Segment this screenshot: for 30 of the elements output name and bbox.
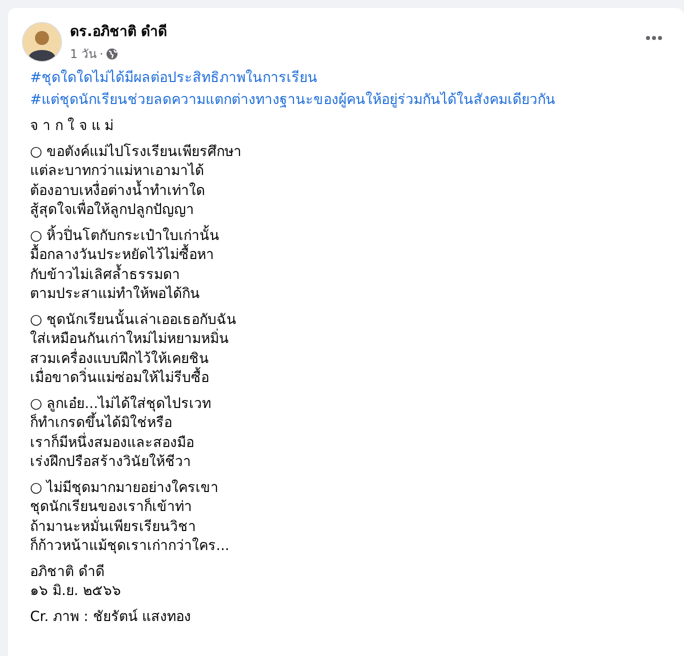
- poem-line: ๑๖ มิ.ย. ๒๕๖๖: [30, 582, 122, 601]
- poem-line: สู้สุดใจเพื่อให้ลูกปลูกปัญญา: [30, 201, 668, 220]
- poem-line: ก็ทำเกรดขึ้นได้มิใช่หรือ: [30, 414, 668, 434]
- poem-line: ตามประสาแม่ทำให้พอได้กิน: [30, 285, 201, 304]
- globe-icon: [106, 48, 118, 60]
- poem-line: เร่งฝึกปรือสร้างวินัยให้ชีวา: [30, 453, 192, 472]
- poem-title: จ า ก ใ จ แ ม่: [30, 117, 115, 136]
- hashtag-link[interactable]: #แต่ชุดนักเรียนช่วยลดความแตกต่างทางฐานะของผู้คนให้อยู่ร่วมกันได้ในสังคมเดียวกัน: [30, 89, 668, 111]
- author-name[interactable]: ดร.อภิชาติ ดำดี: [70, 20, 636, 42]
- poem-line: ○ ไม่มีชุดมากมายอย่างใครเขา: [30, 478, 220, 498]
- poem-line: เมื่อขาดวิ่นแม่ซ่อมให้ไม่รีบซื้อ: [30, 369, 668, 388]
- poem-line: ใส่เหมือนกันเก่าใหม่ไม่หยามหมิ่น: [30, 330, 668, 350]
- poem-line: ○ ลูกเอ๋ย...ไม่ได้ใส่ชุดไปรเวท: [30, 394, 212, 412]
- poem-line: ○ ขอตังค์แม่ไปโรงเรียนเพียรศึกษา: [30, 142, 243, 162]
- poem-line: ถ้ามานะหมั่นเพียรเรียนวิชา: [30, 518, 197, 536]
- hashtag-link[interactable]: #ชุดใดใดไม่ได้มีผลต่อประสิทธิภาพในการเรียน: [30, 67, 668, 89]
- poem-line: ○ ชุดนักเรียนนั้นเล่าเออเธอกับฉัน: [30, 310, 668, 330]
- poem-line: เราก็มีหนึ่งสมองและสองมือ: [30, 434, 195, 452]
- poem-line: Cr. ภาพ : ชัยรัตน์ แสงทอง: [30, 608, 192, 626]
- poem-line: มื้อกลางวันประหยัดไว้ไม่ซื้อหา: [30, 246, 668, 266]
- poem-line: สวมเครื่องแบบฝึกไว้ให้เคยชิน: [30, 350, 210, 367]
- avatar-icon[interactable]: [22, 22, 62, 62]
- poem-line: ก็ก้าวหน้าแม้ชุดเราเก่ากว่าใคร...: [30, 537, 230, 556]
- poem-line: ชุดนักเรียนของเราก็เข้าท่า: [30, 498, 193, 516]
- separator-dot: ·: [99, 46, 104, 60]
- poem-line: อภิชาติ ดำดี: [30, 562, 106, 582]
- poem-line: กับข้าวไม่เลิศล้ำธรรมดา: [30, 266, 668, 285]
- post-time[interactable]: 1 วัน: [70, 44, 96, 63]
- poem-line: ต้องอาบเหงื่อต่างน้ำทำเท่าใด: [30, 182, 668, 201]
- poem-line: แต่ละบาทกว่าแม่หาเอามาได้: [30, 162, 205, 180]
